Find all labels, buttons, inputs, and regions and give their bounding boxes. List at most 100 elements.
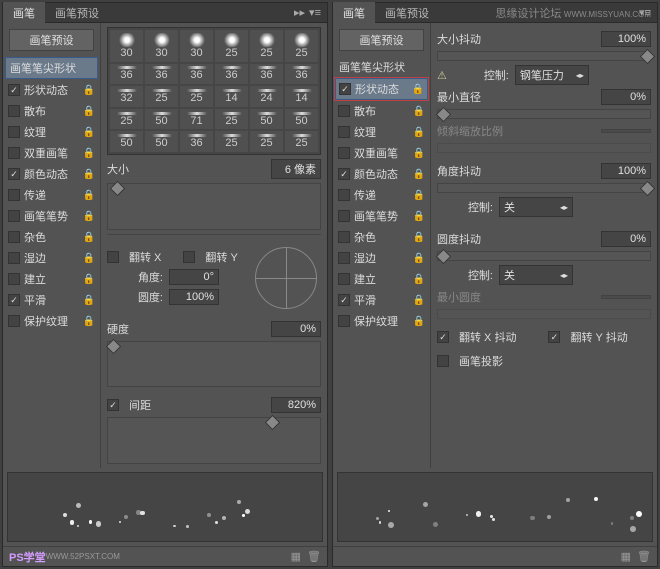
lock-icon[interactable]: 🔒 — [413, 231, 425, 243]
sidebar-item[interactable]: 保护纹理🔒 — [5, 311, 98, 331]
checkbox[interactable] — [8, 231, 20, 243]
sidebar-item[interactable]: 杂色🔒 — [335, 227, 428, 247]
brush-tip-cell[interactable]: 32 — [110, 86, 143, 107]
sidebar-item[interactable]: 画笔笔尖形状 — [335, 57, 428, 77]
sidebar-item[interactable]: 纹理🔒 — [335, 122, 428, 142]
lock-icon[interactable]: 🔒 — [83, 273, 95, 285]
lock-icon[interactable]: 🔒 — [413, 210, 425, 222]
panel-menu[interactable]: ▸▸▾≡ — [288, 6, 327, 19]
sidebar-item[interactable]: 建立🔒 — [5, 269, 98, 289]
checkbox[interactable] — [338, 273, 350, 285]
spacing-slider[interactable] — [107, 417, 321, 464]
lock-icon[interactable]: 🔒 — [83, 105, 95, 117]
flipx-jitter-checkbox[interactable] — [437, 331, 449, 343]
brush-tip-cell[interactable]: 30 — [180, 30, 213, 62]
brush-tip-cell[interactable]: 50 — [145, 131, 178, 152]
brush-tip-cell[interactable]: 25 — [215, 109, 248, 130]
tab-preset[interactable]: 画笔预设 — [375, 2, 439, 24]
lock-icon[interactable]: 🔒 — [413, 105, 425, 117]
hardness-input[interactable]: 0% — [271, 321, 321, 337]
brush-tip-cell[interactable]: 30 — [110, 30, 143, 62]
lock-icon[interactable]: 🔒 — [413, 315, 425, 327]
lock-icon[interactable]: 🔒 — [83, 189, 95, 201]
round-jitter-slider[interactable] — [437, 251, 651, 261]
sidebar-item[interactable]: 杂色🔒 — [5, 227, 98, 247]
checkbox[interactable] — [8, 294, 20, 306]
brush-tip-cell[interactable]: 36 — [110, 64, 143, 85]
flipy-jitter-checkbox[interactable] — [548, 331, 560, 343]
checkbox[interactable] — [338, 126, 350, 138]
spacing-input[interactable]: 820% — [271, 397, 321, 413]
lock-icon[interactable]: 🔒 — [413, 189, 425, 201]
roundness-input[interactable]: 100% — [169, 289, 219, 305]
brush-tip-cell[interactable]: 24 — [250, 86, 283, 107]
lock-icon[interactable]: 🔒 — [413, 273, 425, 285]
angle-jitter-slider[interactable] — [437, 183, 651, 193]
brush-tip-cell[interactable]: 36 — [180, 64, 213, 85]
brush-tip-cell[interactable]: 25 — [285, 131, 318, 152]
lock-icon[interactable]: 🔒 — [83, 315, 95, 327]
lock-icon[interactable]: 🔒 — [413, 294, 425, 306]
trash-icon[interactable]: 🗑 — [637, 550, 651, 563]
brush-tip-cell[interactable]: 50 — [145, 109, 178, 130]
brush-tip-cell[interactable]: 25 — [250, 131, 283, 152]
brush-tip-cell[interactable]: 50 — [250, 109, 283, 130]
size-slider[interactable] — [107, 183, 321, 230]
checkbox[interactable] — [8, 210, 20, 222]
control3-dropdown[interactable]: 关◂▸ — [499, 265, 573, 285]
flip-x-checkbox[interactable] — [107, 251, 119, 263]
lock-icon[interactable]: 🔒 — [83, 252, 95, 264]
sidebar-item[interactable]: 建立🔒 — [335, 269, 428, 289]
brush-tip-cell[interactable]: 71 — [180, 109, 213, 130]
brush-tip-cell[interactable]: 50 — [285, 109, 318, 130]
lock-icon[interactable]: 🔒 — [83, 168, 95, 180]
angle-input[interactable]: 0° — [169, 269, 219, 285]
sidebar-item[interactable]: 画笔笔势🔒 — [335, 206, 428, 226]
checkbox[interactable] — [338, 315, 350, 327]
checkbox[interactable] — [338, 147, 350, 159]
size-jitter-slider[interactable] — [437, 51, 651, 61]
spacing-checkbox[interactable] — [107, 399, 119, 411]
brush-tip-cell[interactable]: 36 — [285, 64, 318, 85]
min-diam-slider[interactable] — [437, 109, 651, 119]
sidebar-item[interactable]: 散布🔒 — [335, 101, 428, 121]
checkbox[interactable] — [8, 84, 20, 96]
tab-brush[interactable]: 画笔 — [3, 2, 45, 24]
sidebar-item[interactable]: 形状动态🔒 — [335, 78, 428, 100]
checkbox[interactable] — [8, 126, 20, 138]
round-jitter-input[interactable]: 0% — [601, 231, 651, 247]
checkbox[interactable] — [8, 168, 20, 180]
brush-tip-grid[interactable]: 3030302525253636363636363225251424142550… — [107, 27, 321, 155]
trash-icon[interactable]: 🗑 — [307, 550, 321, 563]
lock-icon[interactable]: 🔒 — [413, 147, 425, 159]
size-jitter-input[interactable]: 100% — [601, 31, 651, 47]
hardness-slider[interactable] — [107, 341, 321, 388]
preset-button[interactable]: 画笔预设 — [9, 29, 94, 51]
sidebar-item[interactable]: 传递🔒 — [335, 185, 428, 205]
brush-tip-cell[interactable]: 25 — [180, 86, 213, 107]
brush-proj-checkbox[interactable] — [437, 355, 449, 367]
lock-icon[interactable]: 🔒 — [83, 210, 95, 222]
angle-jitter-input[interactable]: 100% — [601, 163, 651, 179]
sidebar-item[interactable]: 画笔笔势🔒 — [5, 206, 98, 226]
sidebar-item[interactable]: 平滑🔒 — [5, 290, 98, 310]
checkbox[interactable] — [338, 210, 350, 222]
angle-control[interactable] — [255, 247, 317, 309]
sidebar-item[interactable]: 湿边🔒 — [5, 248, 98, 268]
tab-preset[interactable]: 画笔预设 — [45, 2, 109, 24]
size-input[interactable]: 6 像素 — [271, 159, 321, 179]
lock-icon[interactable]: 🔒 — [83, 231, 95, 243]
new-brush-icon[interactable]: ▦ — [621, 550, 631, 563]
brush-tip-cell[interactable]: 14 — [215, 86, 248, 107]
checkbox[interactable] — [339, 83, 351, 95]
checkbox[interactable] — [8, 273, 20, 285]
lock-icon[interactable]: 🔒 — [413, 252, 425, 264]
brush-tip-cell[interactable]: 25 — [250, 30, 283, 62]
new-brush-icon[interactable]: ▦ — [291, 550, 301, 563]
control1-dropdown[interactable]: 钢笔压力◂▸ — [515, 65, 589, 85]
tab-brush[interactable]: 画笔 — [333, 2, 375, 24]
brush-tip-cell[interactable]: 14 — [285, 86, 318, 107]
checkbox[interactable] — [338, 252, 350, 264]
brush-tip-cell[interactable]: 36 — [145, 64, 178, 85]
sidebar-item[interactable]: 平滑🔒 — [335, 290, 428, 310]
